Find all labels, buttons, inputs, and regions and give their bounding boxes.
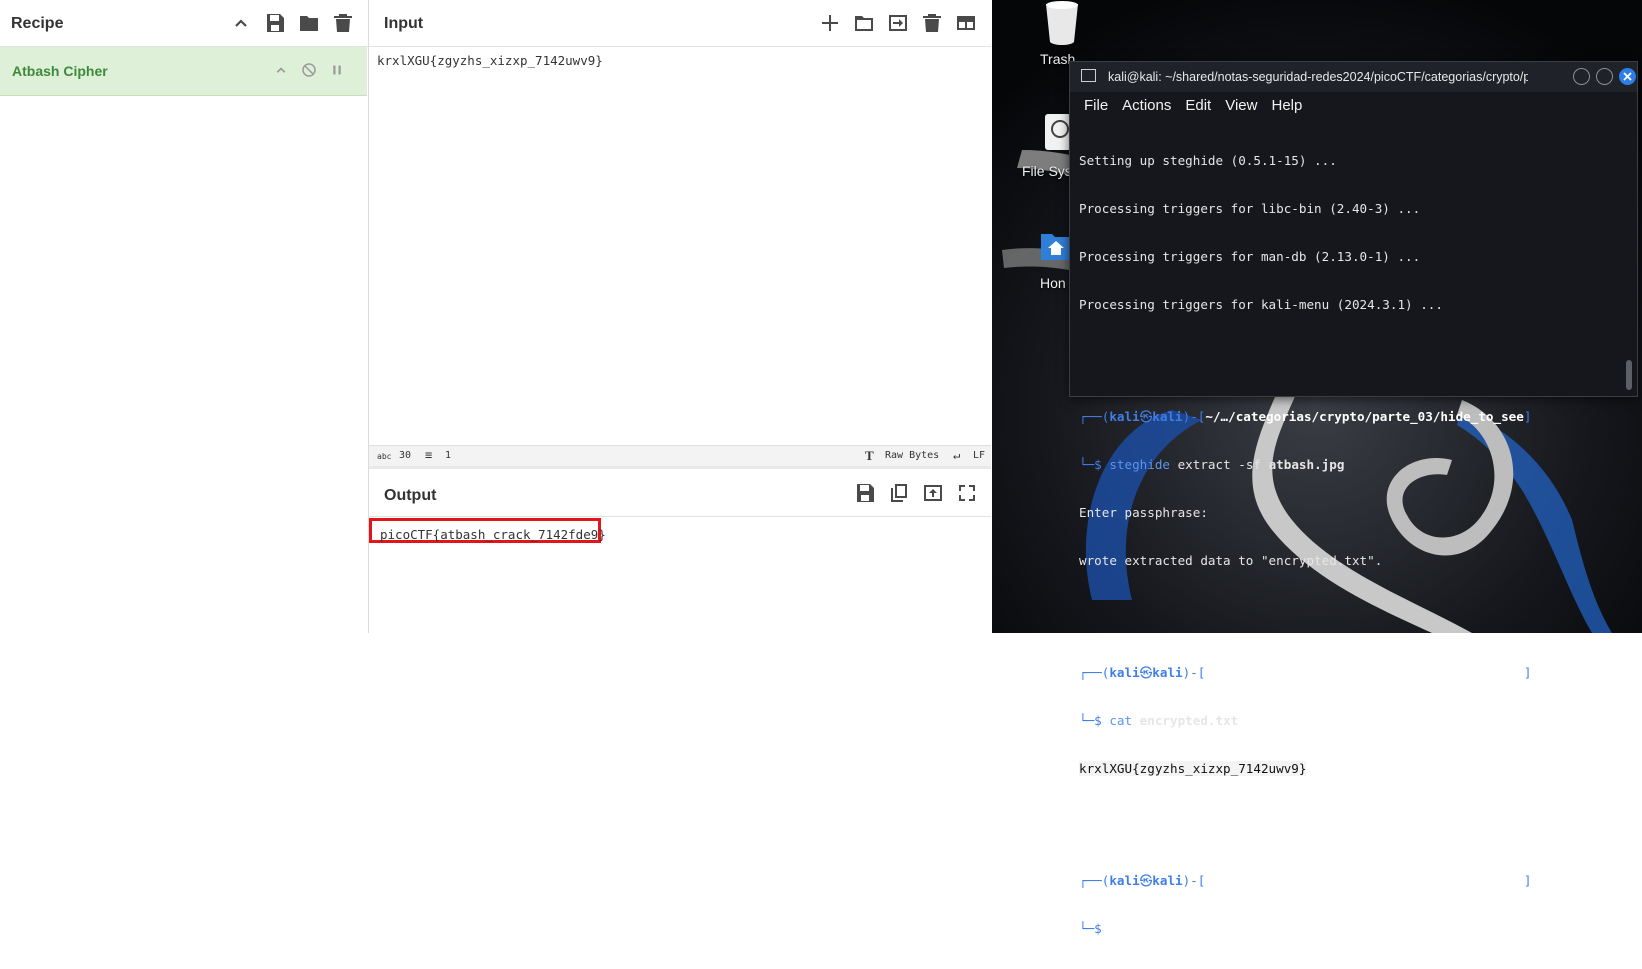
- terminal-line: Setting up steghide (0.5.1-15) ...: [1079, 153, 1337, 168]
- terminal-line: wrote extracted data to "encrypted.txt".: [1079, 553, 1383, 568]
- save-icon[interactable]: [853, 481, 877, 505]
- length-label: abc: [377, 452, 392, 461]
- folder-icon[interactable]: [852, 11, 876, 35]
- lines-icon: ≡: [425, 448, 433, 462]
- lines-value: 1: [445, 450, 452, 461]
- pause-icon[interactable]: [328, 61, 346, 79]
- chevron-up-icon[interactable]: [272, 61, 290, 79]
- output-pane: Output picoCTF{atbash_crack_7142fde9}: [369, 469, 991, 633]
- recipe-title: Recipe: [11, 15, 64, 32]
- import-icon[interactable]: [886, 11, 910, 35]
- folder-icon[interactable]: [297, 11, 321, 35]
- home-label[interactable]: Hon: [1040, 275, 1066, 291]
- terminal-line: Processing triggers for libc-bin (2.40-3…: [1079, 201, 1421, 216]
- terminal-menubar: File Actions Edit View Help: [1070, 92, 1637, 120]
- output-title: Output: [384, 487, 437, 504]
- terminal-title: kali@kali: ~/shared/notas-seguridad-rede…: [1108, 70, 1528, 84]
- newline-icon: ↵: [953, 448, 961, 462]
- terminal-prompt: ┌──(kali㉿kali)-[~/…/categorias/crypto/pa…: [1079, 873, 1532, 888]
- menu-edit[interactable]: Edit: [1185, 97, 1211, 120]
- input-text[interactable]: krxlXGU{zgyzhs_xizxp_7142uwv9}: [377, 53, 603, 68]
- terminal-output[interactable]: Setting up steghide (0.5.1-15) ... Proce…: [1079, 121, 1531, 969]
- terminal-scrollbar[interactable]: [1626, 360, 1632, 390]
- terminal-command: └─$ cat encrypted.txt: [1079, 713, 1239, 728]
- terminal-line: Processing triggers for kali-menu (2024.…: [1079, 297, 1443, 312]
- copy-icon[interactable]: [887, 481, 911, 505]
- input-title: Input: [384, 15, 424, 32]
- terminal-cursor: [1109, 921, 1118, 935]
- newline-value[interactable]: LF: [973, 450, 985, 461]
- input-status-bar: abc 30 ≡ 1 T Raw Bytes ↵ LF: [369, 445, 991, 466]
- output-header: Output: [369, 469, 991, 517]
- menu-view[interactable]: View: [1225, 97, 1257, 120]
- recipe-header: Recipe: [0, 0, 368, 47]
- terminal-titlebar[interactable]: kali@kali: ~/shared/notas-seguridad-rede…: [1070, 62, 1637, 92]
- home-folder-icon[interactable]: [1039, 230, 1073, 262]
- menu-file[interactable]: File: [1084, 97, 1108, 120]
- recipe-pane: Recipe Atbash Cipher: [0, 0, 369, 633]
- input-pane: Input krxlXGU{zgyzhs_xizxp_7142uwv9} abc…: [369, 0, 991, 466]
- terminal-prompt: ┌──(kali㉿kali)-[~/…/categorias/crypto/pa…: [1079, 665, 1532, 680]
- layout-icon[interactable]: [954, 11, 978, 35]
- selected-ciphertext[interactable]: krxlXGU{zgyzhs_xizxp_7142uwv9}: [1079, 761, 1307, 776]
- menu-actions[interactable]: Actions: [1122, 97, 1171, 120]
- close-button[interactable]: [1619, 68, 1636, 85]
- trash-icon[interactable]: [920, 11, 944, 35]
- minimize-button[interactable]: [1573, 68, 1590, 85]
- maximize-button[interactable]: [1596, 68, 1613, 85]
- chevron-up-icon[interactable]: [229, 11, 253, 35]
- menu-help[interactable]: Help: [1271, 97, 1302, 120]
- length-value: 30: [399, 450, 412, 461]
- input-header: Input: [369, 0, 991, 47]
- filesystem-label[interactable]: File Sys: [1022, 163, 1072, 179]
- terminal-app-icon: [1081, 69, 1096, 82]
- raw-bytes-button[interactable]: Raw Bytes: [885, 450, 939, 461]
- text-format-icon: T: [865, 448, 874, 463]
- trash-icon[interactable]: [1042, 0, 1082, 46]
- terminal-window[interactable]: kali@kali: ~/shared/notas-seguridad-rede…: [1069, 61, 1638, 936]
- terminal-line: krxlXGU{zgyzhs_xizxp_7142uwv9}: [1079, 761, 1531, 777]
- fullscreen-icon[interactable]: [955, 481, 979, 505]
- disable-icon[interactable]: [300, 61, 318, 79]
- operation-name: Atbash Cipher: [12, 63, 108, 79]
- plus-icon[interactable]: [818, 11, 842, 35]
- output-text[interactable]: picoCTF{atbash_crack_7142fde9}: [380, 527, 606, 542]
- close-icon: [1623, 72, 1632, 81]
- terminal-line: Processing triggers for man-db (2.13.0-1…: [1079, 249, 1421, 264]
- save-icon[interactable]: [263, 11, 287, 35]
- terminal-command: └─$: [1079, 921, 1531, 937]
- terminal-line: Enter passphrase:: [1079, 505, 1208, 520]
- replace-input-icon[interactable]: [921, 481, 945, 505]
- terminal-prompt: ┌──(kali㉿kali)-[~/…/categorias/crypto/pa…: [1079, 409, 1532, 424]
- output-highlight-box: picoCTF{atbash_crack_7142fde9}: [369, 518, 606, 543]
- terminal-command: └─$ steghide extract -sf atbash.jpg: [1079, 457, 1345, 472]
- atbash-cipher-operation[interactable]: Atbash Cipher: [0, 47, 367, 96]
- trash-icon[interactable]: [331, 11, 355, 35]
